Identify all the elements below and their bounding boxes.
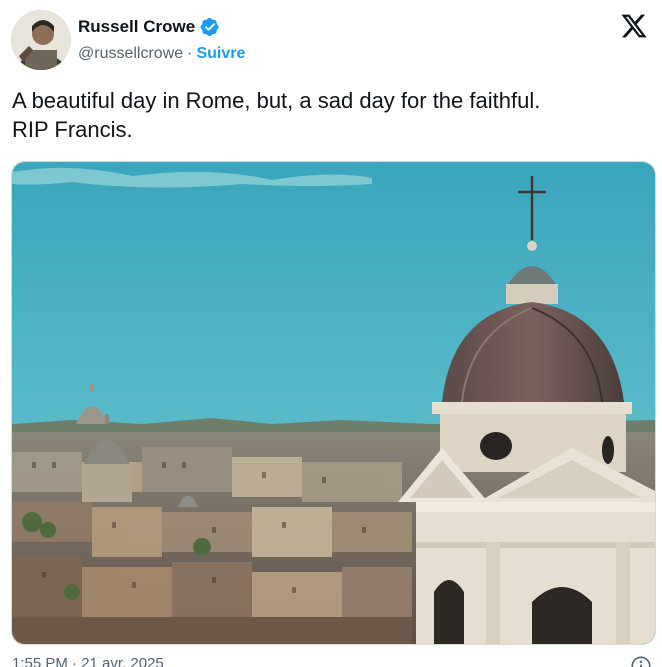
- follow-button[interactable]: Suivre: [196, 45, 245, 63]
- tweet-photo[interactable]: [11, 161, 656, 645]
- tweet-text: A beautiful day in Rome, but, a sad day …: [12, 88, 541, 142]
- author-handle-row: @russellcrowe · Suivre: [78, 45, 245, 63]
- author-name[interactable]: Russell Crowe: [78, 17, 195, 37]
- verified-badge-icon: [200, 17, 220, 37]
- timestamp[interactable]: 1:55 PM · 21 avr. 2025: [12, 655, 164, 667]
- info-icon[interactable]: [630, 655, 652, 667]
- author-handle[interactable]: @russellcrowe: [78, 45, 183, 63]
- author-name-row: Russell Crowe: [78, 17, 220, 37]
- x-logo-icon[interactable]: [620, 12, 648, 40]
- separator: ·: [187, 45, 193, 62]
- avatar[interactable]: [11, 10, 71, 70]
- tweet-header: Russell Crowe @russellcrowe · Suivre: [0, 0, 662, 80]
- tweet-footer: 1:55 PM · 21 avr. 2025: [12, 655, 652, 667]
